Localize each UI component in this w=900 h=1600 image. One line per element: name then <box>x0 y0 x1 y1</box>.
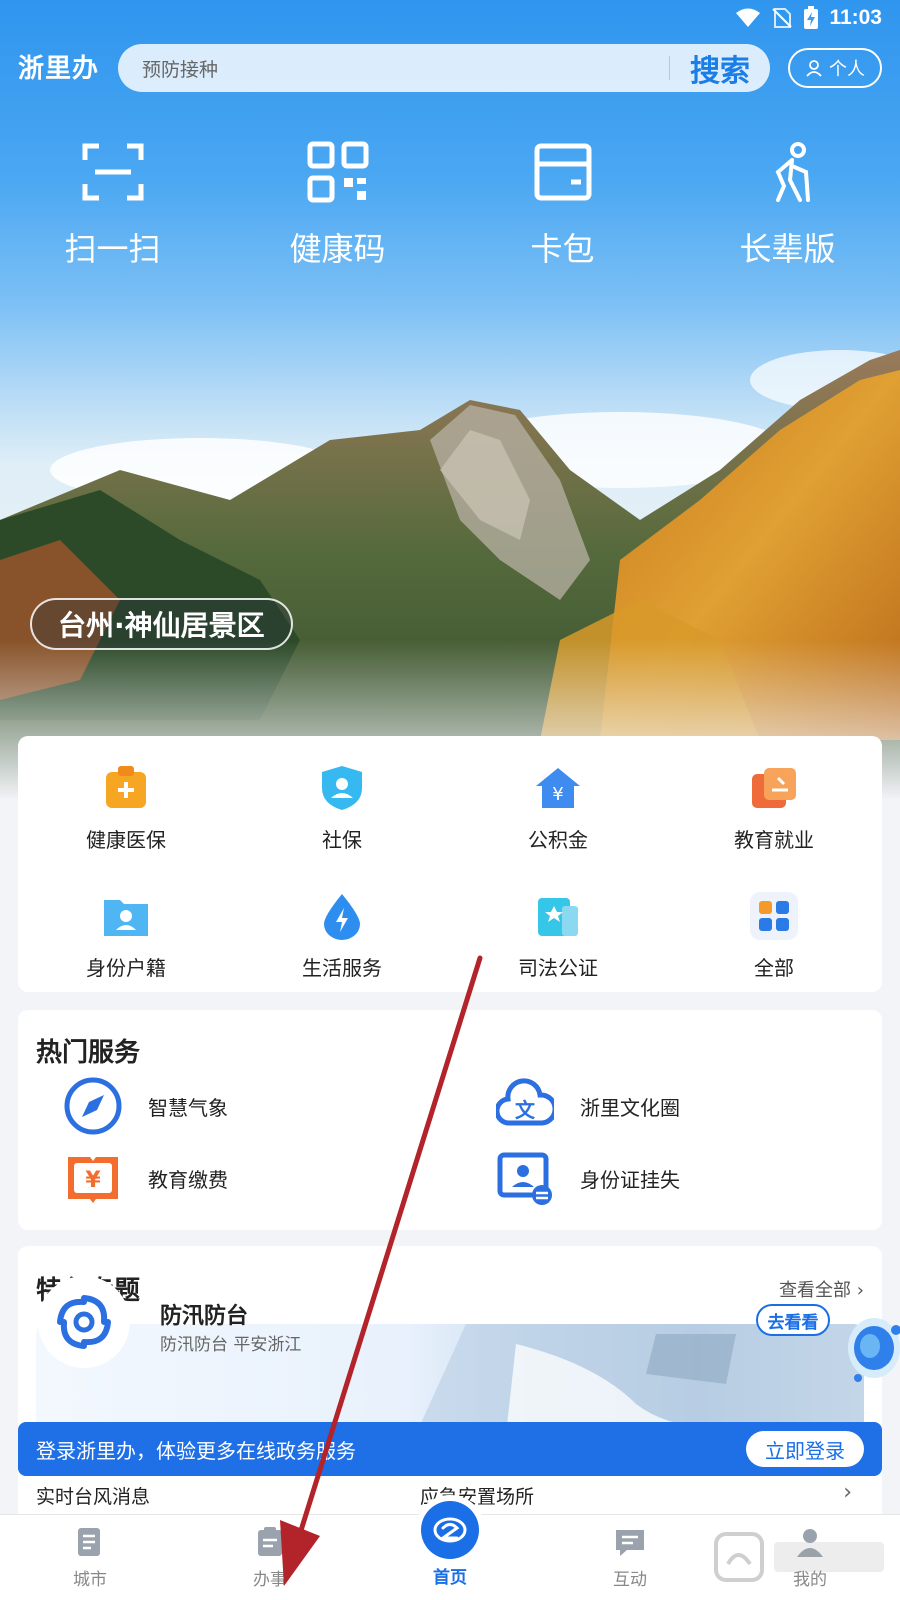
service-social-security[interactable]: 社保 <box>234 764 450 892</box>
service-id-household[interactable]: 身份户籍 <box>18 892 234 1020</box>
service-category-card: 健康医保 社保 ¥ 公积金 教育就业 身份户籍 生活服务 司法公证 全部 <box>18 736 882 992</box>
typhoon-news-link[interactable]: 实时台风消息 <box>36 1486 150 1508</box>
justice-icon <box>538 898 578 936</box>
nav-city[interactable]: 城市 <box>0 1515 180 1600</box>
compass-icon <box>64 1077 122 1135</box>
banner-subtitle: 防汛防台 平安浙江 <box>160 1335 302 1355</box>
qr-code-icon <box>307 141 368 203</box>
service-housing-fund[interactable]: ¥ 公积金 <box>450 764 666 892</box>
housing-fund-icon: ¥ <box>536 768 580 808</box>
education-icon <box>752 768 796 808</box>
city-icon <box>78 1528 100 1556</box>
nav-home[interactable]: 首页 <box>360 1501 540 1600</box>
nav-label: 城市 <box>73 1570 107 1590</box>
service-label: 教育就业 <box>734 828 814 852</box>
battery-charging-icon <box>804 6 819 29</box>
service-label: 社保 <box>322 828 362 852</box>
login-now-button[interactable]: 立即登录 <box>746 1431 864 1467</box>
scenic-spot-badge[interactable]: 台州·神仙居景区 <box>30 598 293 650</box>
affairs-icon <box>258 1527 282 1556</box>
app-logo: 浙里办 <box>18 54 100 84</box>
hot-service-label: 身份证挂失 <box>580 1167 680 1192</box>
svg-text:¥: ¥ <box>85 1168 101 1193</box>
hot-service-label: 教育缴费 <box>148 1167 228 1192</box>
see-all-label: 查看全部 <box>779 1280 852 1301</box>
personal-label: 个人 <box>829 59 865 80</box>
typhoon-icon <box>57 1295 111 1349</box>
hot-services-title: 热门服务 <box>36 1038 141 1068</box>
service-life-service[interactable]: 生活服务 <box>234 892 450 1020</box>
quick-actions: 扫一扫 健康码 卡包 长辈版 <box>0 140 900 270</box>
chevron-right-icon: › <box>856 1280 864 1301</box>
search-bar[interactable]: 预防接种 搜索 <box>118 44 770 92</box>
hot-service-edu-payment[interactable]: ¥ 教育缴费 <box>18 1150 450 1206</box>
hero-background <box>0 0 900 800</box>
hot-service-culture[interactable]: 文 浙里文化圈 <box>450 1078 882 1134</box>
wallet-icon <box>534 143 591 201</box>
chevron-right-icon[interactable]: › <box>843 1480 852 1505</box>
payment-book-icon: ¥ <box>68 1157 118 1203</box>
nav-label: 首页 <box>433 1568 467 1588</box>
service-education-employment[interactable]: 教育就业 <box>666 764 882 892</box>
quick-action-wallet[interactable]: 卡包 <box>450 140 675 270</box>
service-label: 健康医保 <box>86 828 166 852</box>
search-placeholder[interactable]: 预防接种 <box>142 55 669 82</box>
see-all-link[interactable]: 查看全部 › <box>779 1276 864 1302</box>
personal-button[interactable]: 个人 <box>788 48 882 88</box>
all-apps-icon <box>750 892 798 940</box>
mountain-scenery-image <box>0 350 900 800</box>
quick-action-elder-mode[interactable]: 长辈版 <box>675 140 900 270</box>
assistant-bot-icon[interactable] <box>838 1308 900 1392</box>
wifi-icon <box>736 8 761 27</box>
watermark-logo <box>714 1532 884 1582</box>
service-label: 公积金 <box>528 828 588 852</box>
service-label: 身份户籍 <box>86 956 166 980</box>
culture-cloud-icon: 文 <box>496 1078 554 1126</box>
service-label: 全部 <box>754 956 794 980</box>
id-folder-icon <box>104 900 148 936</box>
go-see-button[interactable]: 去看看 <box>756 1304 830 1336</box>
home-icon <box>421 1501 479 1559</box>
id-card-icon <box>497 1152 552 1205</box>
quick-action-label: 健康码 <box>289 230 386 268</box>
social-security-icon <box>322 766 362 810</box>
hot-service-id-loss[interactable]: 身份证挂失 <box>450 1150 882 1206</box>
flood-prevention-logo <box>38 1276 130 1368</box>
nav-interact[interactable]: 互动 <box>540 1515 720 1600</box>
login-prompt-banner: 登录浙里办，体验更多在线政务服务 立即登录 <box>18 1422 882 1476</box>
person-icon <box>806 60 822 77</box>
medical-icon <box>106 766 146 808</box>
nav-label: 办事 <box>253 1570 287 1590</box>
nav-affairs[interactable]: 办事 <box>180 1515 360 1600</box>
service-label: 生活服务 <box>302 956 382 980</box>
scan-icon <box>82 143 143 201</box>
banner-title: 防汛防台 <box>160 1304 249 1329</box>
svg-text:文: 文 <box>515 1098 536 1122</box>
nav-label: 互动 <box>613 1570 647 1590</box>
life-service-icon <box>324 894 360 940</box>
service-justice-notary[interactable]: 司法公证 <box>450 892 666 1020</box>
service-label: 司法公证 <box>518 956 598 980</box>
quick-action-scan[interactable]: 扫一扫 <box>0 140 225 270</box>
hot-services-card: 热门服务 智慧气象 文 浙里文化圈 ¥ 教育缴费 身份证挂失 <box>18 1010 882 1230</box>
svg-text:¥: ¥ <box>552 784 563 805</box>
status-time: 11:03 <box>829 6 882 29</box>
search-button[interactable]: 搜索 <box>670 46 770 90</box>
quick-action-label: 长辈版 <box>739 230 836 268</box>
interact-icon <box>616 1530 644 1556</box>
quick-action-label: 卡包 <box>530 230 595 268</box>
hot-service-label: 浙里文化圈 <box>580 1095 680 1120</box>
quick-action-label: 扫一扫 <box>64 230 161 268</box>
status-bar: 11:03 <box>0 0 900 36</box>
login-prompt-text: 登录浙里办，体验更多在线政务服务 <box>36 1438 356 1463</box>
service-all[interactable]: 全部 <box>666 892 882 1020</box>
no-sim-icon <box>772 8 793 28</box>
service-health-insurance[interactable]: 健康医保 <box>18 764 234 892</box>
hot-service-weather[interactable]: 智慧气象 <box>18 1077 450 1135</box>
hot-service-label: 智慧气象 <box>148 1095 228 1120</box>
elder-icon <box>775 142 810 202</box>
quick-action-health-code[interactable]: 健康码 <box>225 140 450 270</box>
